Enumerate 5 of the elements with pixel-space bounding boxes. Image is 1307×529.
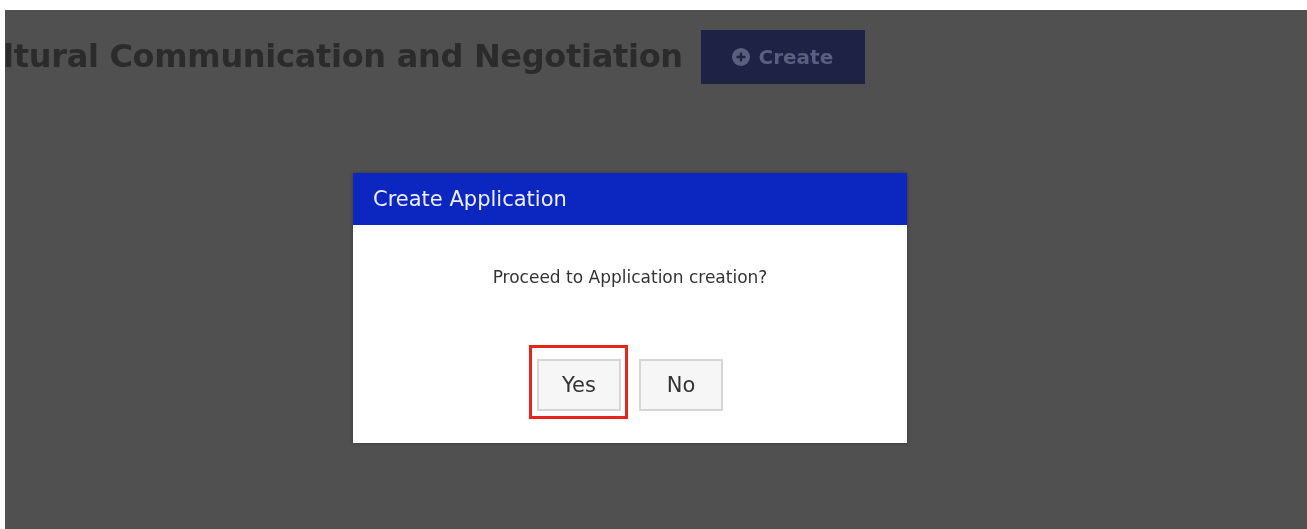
dialog-message: Proceed to Application creation? bbox=[492, 267, 768, 287]
plus-circle-icon bbox=[732, 48, 751, 66]
dialog-title: Create Application bbox=[353, 173, 907, 225]
dialog-button[interactable]: No bbox=[639, 359, 723, 411]
dialog-button[interactable]: Yes bbox=[537, 359, 621, 411]
